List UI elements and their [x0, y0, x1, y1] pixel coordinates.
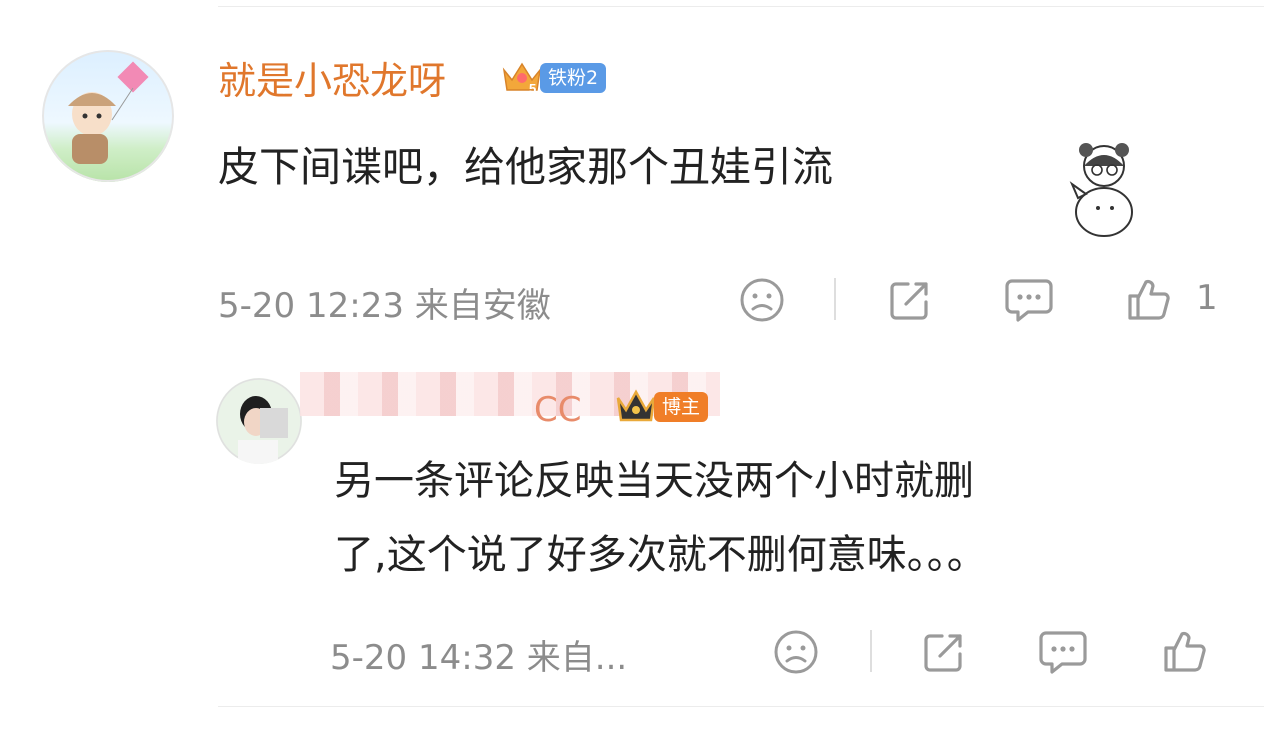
sad-face-button[interactable]	[734, 272, 790, 328]
reply-like-button[interactable]	[1156, 624, 1212, 680]
fan-crown-icon: 5	[500, 56, 544, 100]
reply-sad-face-button[interactable]	[768, 624, 824, 680]
comment-icon	[1039, 631, 1087, 674]
avatar[interactable]	[42, 50, 174, 182]
sad-face-icon	[740, 278, 784, 322]
sad-face-icon	[774, 630, 818, 674]
reply-meta: 5-20 14:32 来自...	[330, 638, 628, 678]
blogger-badge: 博主	[654, 392, 709, 422]
thumbs-up-icon	[1128, 279, 1170, 320]
reply-share-button[interactable]	[916, 624, 972, 680]
comment-icon	[1005, 279, 1053, 322]
reply-author[interactable]: CC	[534, 390, 581, 430]
fan-level: 5	[529, 81, 536, 96]
reply-text-line-1: 另一条评论反映当天没两个小时就删	[334, 458, 974, 504]
sticker-icon	[1068, 138, 1140, 246]
thumbs-up-icon	[1164, 631, 1206, 672]
top-divider	[218, 6, 1264, 7]
comment-text: 皮下间谍吧，给他家那个丑娃引流	[218, 143, 833, 191]
share-button[interactable]	[882, 272, 938, 328]
comment-button[interactable]	[1000, 272, 1058, 328]
reply-text-line-2: 了,这个说了好多次就不删何意味。。。	[334, 532, 987, 578]
like-button[interactable]	[1120, 272, 1176, 328]
share-icon	[890, 282, 928, 320]
reply-avatar[interactable]	[216, 378, 302, 464]
reply-comment-button[interactable]	[1034, 624, 1092, 680]
like-count: 1	[1196, 278, 1218, 318]
bottom-divider	[218, 706, 1264, 707]
share-icon	[924, 634, 962, 672]
reply-action-separator	[870, 630, 872, 672]
action-separator	[834, 278, 836, 320]
blogger-crown-icon	[614, 386, 658, 430]
comment-meta: 5-20 12:23 来自安徽	[218, 286, 551, 326]
fan-badge: 铁粉2	[540, 63, 607, 93]
comment-author[interactable]: 就是小恐龙呀	[218, 50, 446, 105]
